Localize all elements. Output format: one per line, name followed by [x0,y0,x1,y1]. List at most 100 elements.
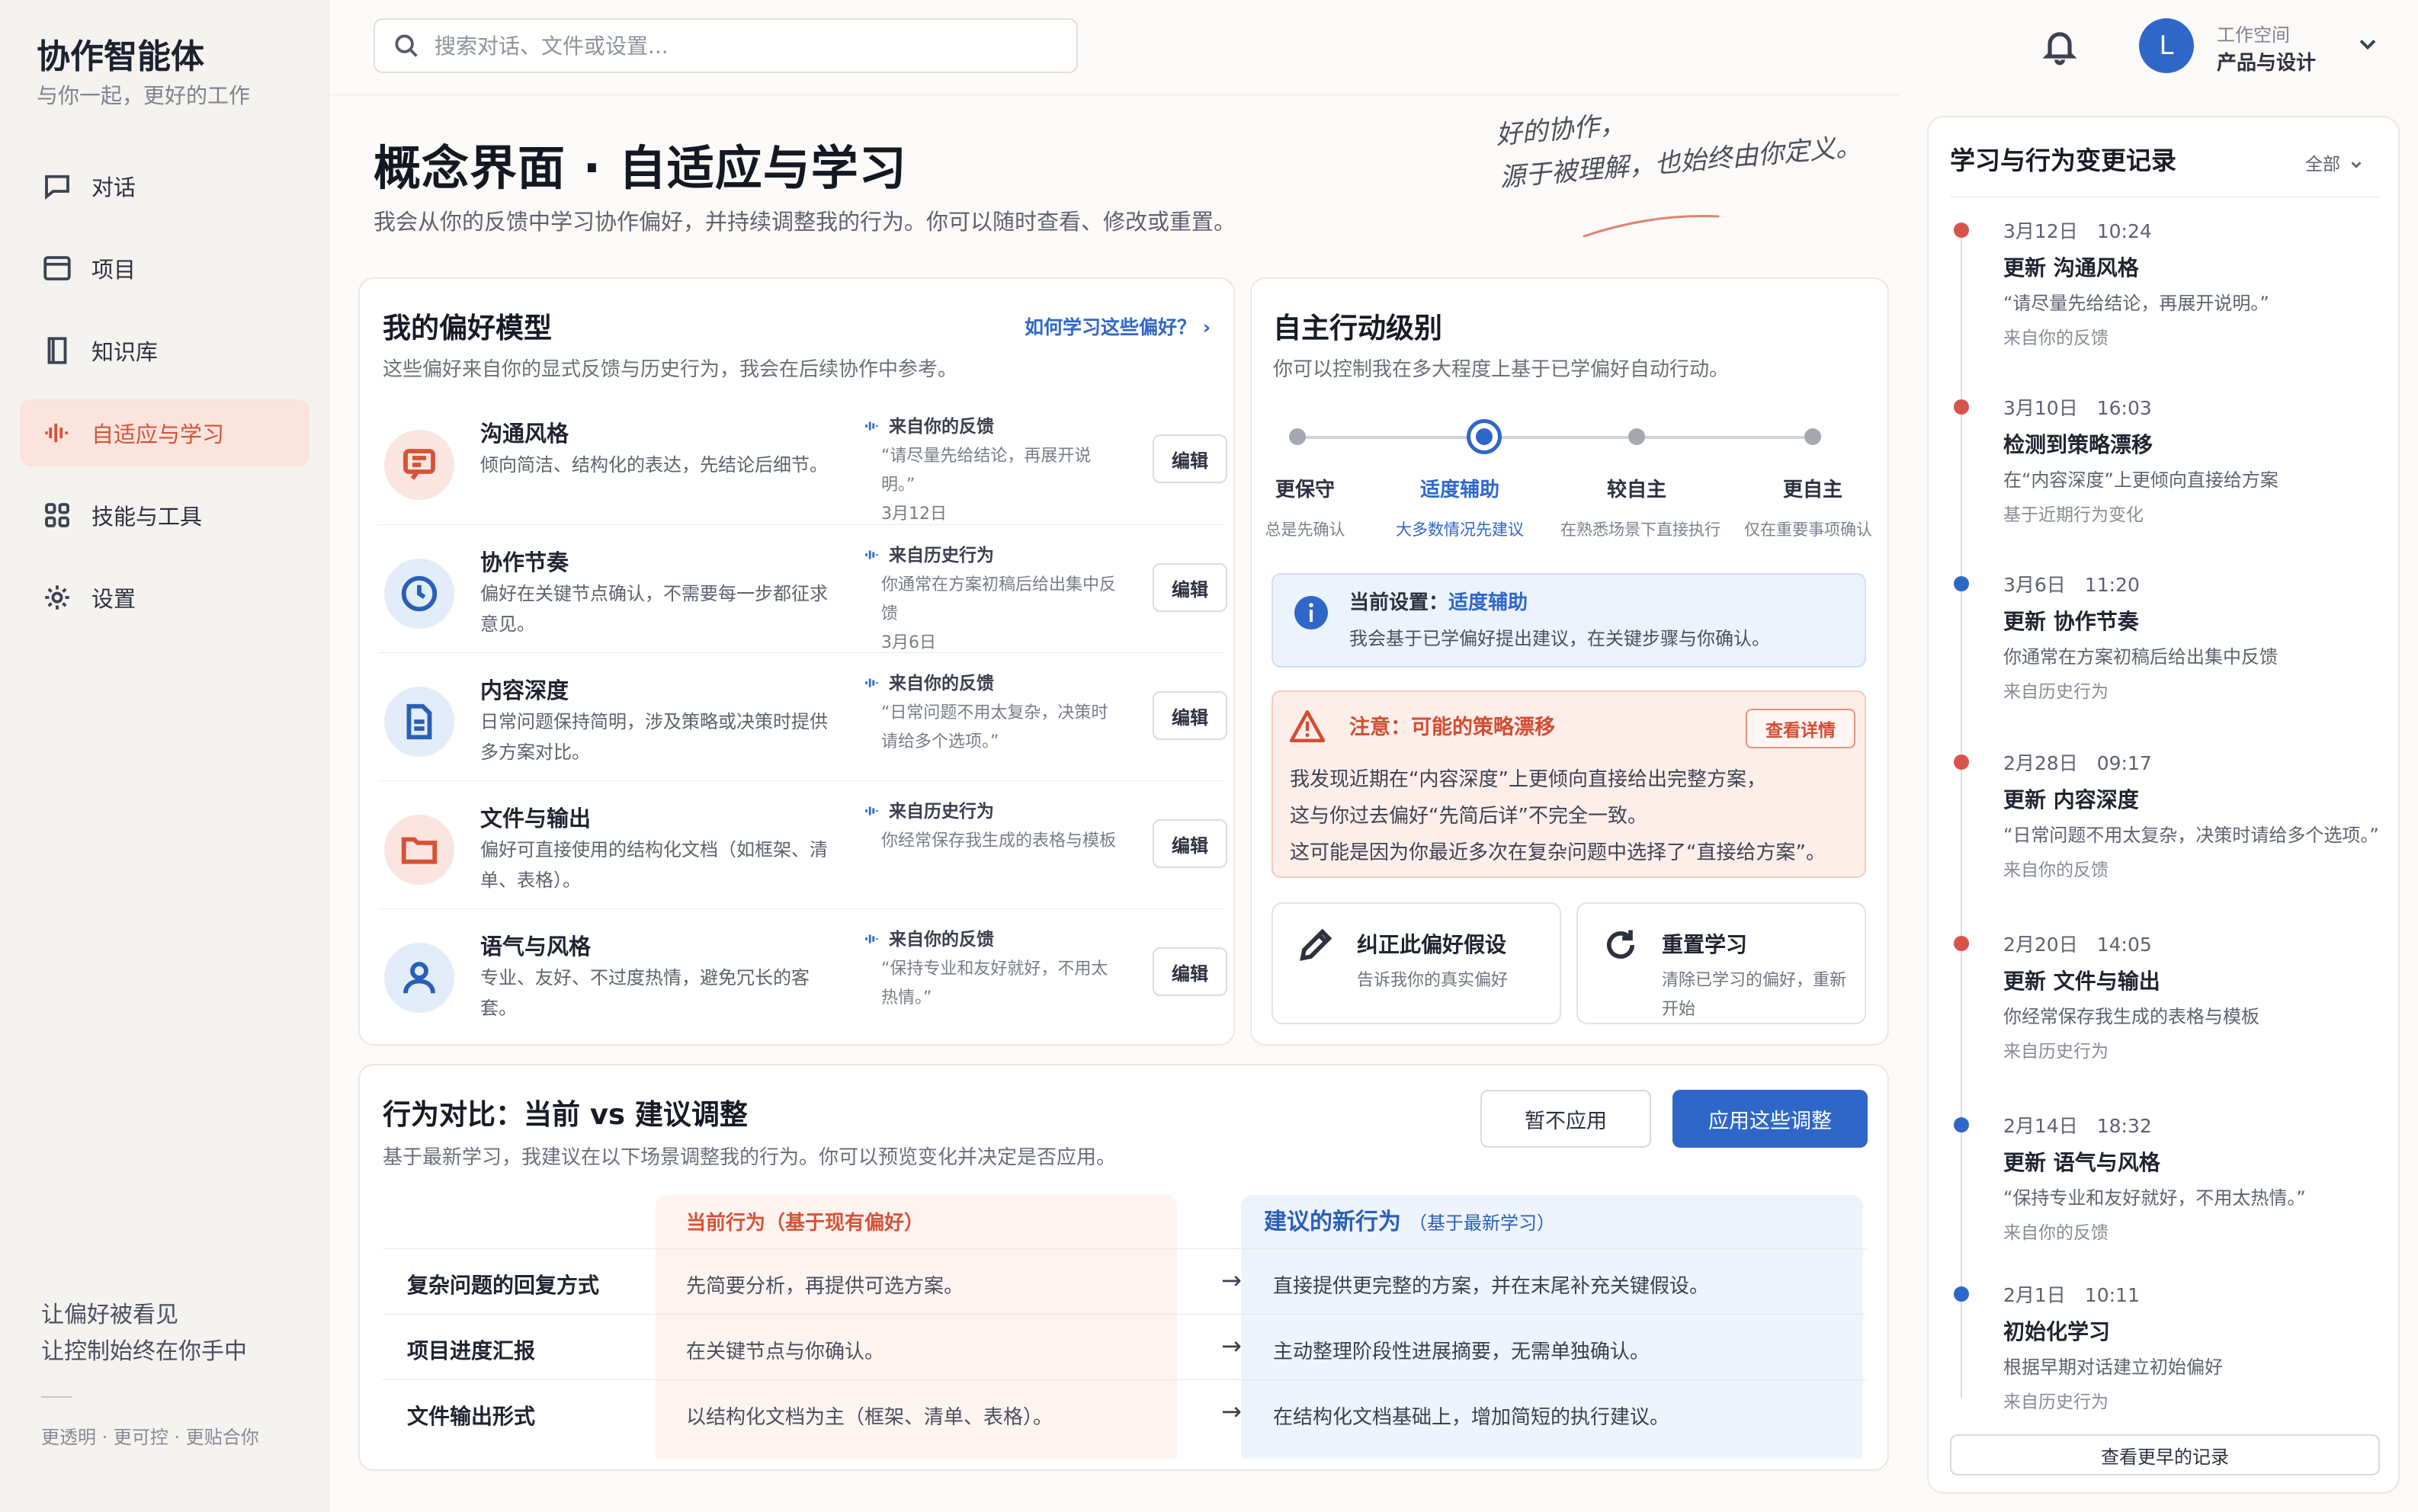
preference-source: 来自你的反馈 [863,924,994,950]
action-title: 纠正此偏好假设 [1357,932,1507,957]
sidebar-item-skills-tools[interactable]: 技能与工具 [20,482,309,549]
preference-name: 沟通风格 [480,421,569,447]
preference-row-output: 文件与输出 偏好可直接使用的结构化文档（如框架、清单、表格）。 来自历史行为 你… [378,780,1227,899]
current-behavior-header: 当前行为（基于现有偏好） [686,1212,925,1235]
preference-source: 来自你的反馈 [863,668,994,694]
chevron-down-icon [2359,40,2376,50]
event-detail: 在“内容深度”上更倾向直接给方案 [2003,469,2278,491]
log-filter-dropdown[interactable]: 全部 [2305,149,2365,175]
view-older-records-button[interactable]: 查看更早的记录 [1950,1434,2380,1475]
reset-learning-button[interactable]: 重置学习 清除已学习的偏好，重新开始 [1576,902,1866,1024]
top-divider [329,94,1900,95]
sidebar-item-chat[interactable]: 对话 [20,152,309,219]
slider-thumb[interactable] [1467,419,1502,454]
action-title: 重置学习 [1662,932,1748,957]
event-time: 2月14日 18:32 [2003,1115,2152,1137]
event-source: 来自你的反馈 [2003,860,2109,880]
person-icon [384,943,454,1013]
level-desc: 大多数情况先建议 [1396,521,1524,539]
autonomy-level-option[interactable]: 较自主 在熟悉场景下直接执行 [1560,474,1720,540]
preference-name: 内容深度 [480,678,569,703]
waveform-icon [865,678,878,687]
scenario-label: 文件输出形式 [407,1404,536,1429]
preference-name: 协作节奏 [480,549,569,575]
apply-button[interactable]: 应用这些调整 [1672,1090,1868,1148]
search-input[interactable] [435,33,1060,59]
action-desc: 清除已学习的偏好，重新开始 [1662,971,1847,1019]
event-dot [1954,936,1969,951]
search-bar[interactable] [374,18,1078,73]
event-dot [1954,754,1969,770]
level-name: 适度辅助 [1419,479,1499,501]
event-detail: “请尽量先给结论，再展开说明。” [2003,293,2269,314]
sidebar-item-knowledge[interactable]: 知识库 [20,317,309,384]
preference-evidence: “保持专业和友好就好，不用太热情。” [881,959,1108,1007]
sidebar-item-projects[interactable]: 项目 [20,235,309,302]
preference-evidence: 你通常在方案初稿后给出集中反馈 3月6日 [881,575,1117,652]
view-details-button[interactable]: 查看详情 [1746,709,1855,748]
event-title: 更新 文件与输出 [2003,969,2160,994]
event-detail: “保持专业和友好就好，不用太热情。” [2003,1187,2306,1209]
notification-button[interactable] [2040,26,2080,66]
waveform-icon [865,421,878,431]
sidebar-item-label: 知识库 [91,339,159,365]
current-behavior: 以结构化文档为主（框架、清单、表格）。 [686,1406,1053,1429]
warning-line: 这与你过去偏好“先简后详”不完全一致。 [1290,805,1647,828]
folder-icon [43,256,71,280]
folder-icon [384,815,454,885]
event-source: 来自历史行为 [2003,682,2109,702]
document-icon [384,687,454,757]
search-icon [395,34,418,57]
workspace-dropdown[interactable] [2354,30,2381,58]
event-title: 更新 语气与风格 [2003,1150,2160,1175]
quote-underline [1583,215,1720,238]
workspace-name[interactable]: 产品与设计 [2217,47,2316,75]
slider-stop[interactable] [1804,428,1821,445]
slider-track [1297,436,1813,439]
waveform-icon [865,934,878,943]
event-title: 更新 协作节奏 [2003,609,2139,634]
gear-icon [45,585,69,610]
sidebar-item-adaptive-learning[interactable]: 自适应与学习 [20,399,309,466]
preference-evidence: “请尽量先给结论，再展开说明。” 3月12日 [881,447,1092,524]
edit-button[interactable]: 编辑 [1153,434,1227,483]
edit-button[interactable]: 编辑 [1153,691,1227,740]
autonomy-level-option[interactable]: 适度辅助 大多数情况先建议 [1384,474,1536,540]
autonomy-level-option[interactable]: 更自主 仅在重要事项确认 [1737,474,1889,540]
event-time: 2月28日 09:17 [2003,752,2152,774]
current-setting-title: 当前设置：适度辅助 [1349,587,1528,615]
action-desc: 告诉我你的真实偏好 [1357,971,1509,990]
edit-button[interactable]: 编辑 [1153,819,1227,868]
clock-icon [384,559,454,629]
waveform-icon [865,550,878,559]
edit-button[interactable]: 编辑 [1153,563,1227,612]
event-detail: 你经常保存我生成的表格与模板 [2003,1006,2259,1027]
autonomy-description: 你可以控制我在多大程度上基于已学偏好自动行动。 [1273,358,1730,381]
correct-preference-button[interactable]: 纠正此偏好假设 告诉我你的真实偏好 [1272,902,1561,1024]
preference-title: 我的偏好模型 [383,312,552,344]
sidebar-slogan-line2: 让控制始终在你手中 [41,1338,247,1365]
avatar[interactable]: L [2139,18,2194,73]
current-setting-value: 适度辅助 [1448,591,1528,614]
autonomy-slider[interactable] [1289,419,1821,454]
how-learn-link[interactable]: 如何学习这些偏好？ › [1025,312,1211,340]
slider-stop[interactable] [1628,428,1645,445]
slider-stop[interactable] [1289,428,1306,445]
preference-source: 来自你的反馈 [863,412,994,437]
event-detail: 根据早期对话建立初始偏好 [2003,1357,2223,1378]
event-source: 来自历史行为 [2003,1392,2109,1412]
level-name: 更保守 [1275,479,1335,501]
autonomy-level-option[interactable]: 更保守 总是先确认 [1229,474,1381,540]
suggested-header-note: （基于最新学习） [1409,1212,1555,1234]
event-dot [1954,223,1969,238]
sidebar-tags: 更透明 · 更可控 · 更贴合你 [41,1427,259,1448]
sidebar-item-settings[interactable]: 设置 [20,564,309,631]
edit-button[interactable]: 编辑 [1153,947,1227,996]
compare-title: 行为对比：当前 vs 建议调整 [383,1098,748,1131]
event-time: 2月1日 10:11 [2003,1284,2140,1306]
event-source: 来自历史行为 [2003,1042,2109,1062]
preference-row-rhythm: 协作节奏 偏好在关键节点确认，不需要每一步都征求意见。 来自历史行为 你通常在方… [378,524,1227,652]
workspace-label: 工作空间 [2217,24,2290,46]
preference-text: 偏好可直接使用的结构化文档（如框架、清单、表格）。 [480,839,828,891]
skip-button[interactable]: 暂不应用 [1480,1090,1651,1148]
